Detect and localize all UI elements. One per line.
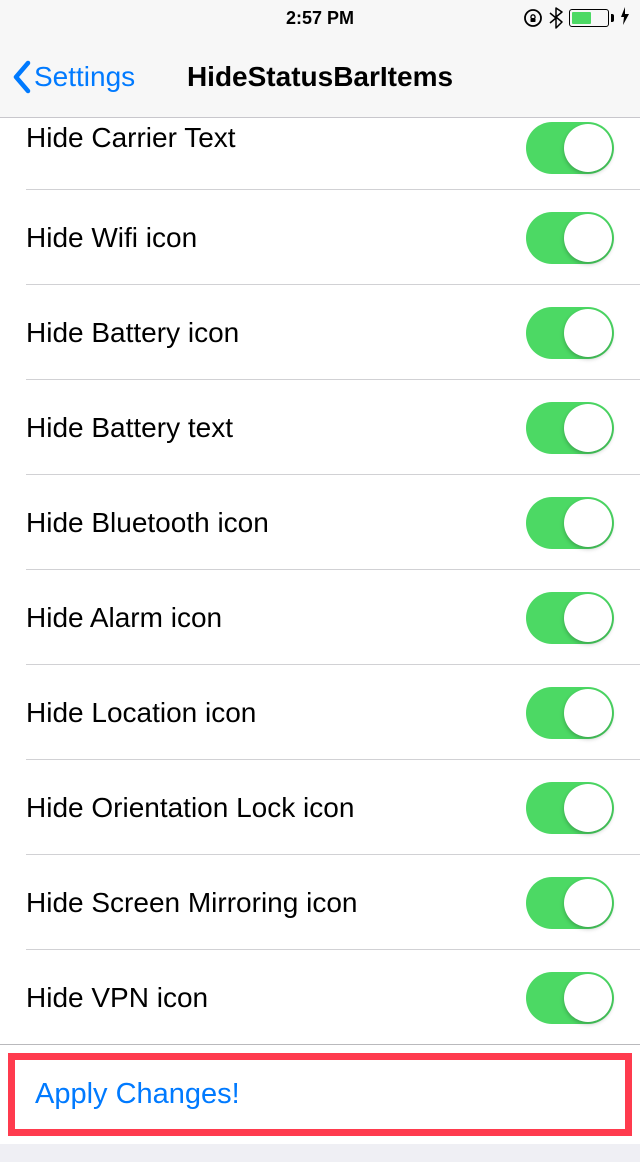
- setting-label: Hide Bluetooth icon: [26, 507, 269, 539]
- apply-highlight: Apply Changes!: [8, 1053, 632, 1136]
- toggle-bluetooth[interactable]: [526, 497, 614, 549]
- toggle-location[interactable]: [526, 687, 614, 739]
- toggle-battery-text[interactable]: [526, 402, 614, 454]
- setting-label: Hide Location icon: [26, 697, 256, 729]
- toggle-screen-mirroring[interactable]: [526, 877, 614, 929]
- toggle-vpn[interactable]: [526, 972, 614, 1024]
- setting-row-alarm: Hide Alarm icon: [0, 570, 640, 665]
- setting-row-screen-mirroring: Hide Screen Mirroring icon: [0, 855, 640, 950]
- toggle-wifi[interactable]: [526, 212, 614, 264]
- setting-row-orientation-lock: Hide Orientation Lock icon: [0, 760, 640, 855]
- page-title: HideStatusBarItems: [187, 61, 453, 93]
- status-time: 2:57 PM: [286, 8, 354, 29]
- navigation-bar: Settings HideStatusBarItems: [0, 36, 640, 118]
- toggle-carrier-text[interactable]: [526, 122, 614, 174]
- setting-row-battery-text: Hide Battery text: [0, 380, 640, 475]
- back-button[interactable]: Settings: [10, 59, 135, 95]
- setting-label: Hide Orientation Lock icon: [26, 792, 354, 824]
- charging-icon: [620, 7, 630, 30]
- setting-label: Hide Battery text: [26, 412, 233, 444]
- status-right: [523, 7, 630, 30]
- setting-label: Hide VPN icon: [26, 982, 208, 1014]
- toggle-alarm[interactable]: [526, 592, 614, 644]
- settings-list: Hide Carrier Text Hide Wifi icon Hide Ba…: [0, 118, 640, 1045]
- apply-container: Apply Changes!: [0, 1045, 640, 1144]
- setting-row-carrier-text: Hide Carrier Text: [0, 118, 640, 190]
- setting-label: Hide Wifi icon: [26, 222, 197, 254]
- setting-row-bluetooth: Hide Bluetooth icon: [0, 475, 640, 570]
- setting-label: Hide Carrier Text: [26, 122, 236, 154]
- setting-label: Hide Screen Mirroring icon: [26, 887, 357, 919]
- status-bar: 2:57 PM: [0, 0, 640, 36]
- setting-label: Hide Alarm icon: [26, 602, 222, 634]
- setting-row-battery-icon: Hide Battery icon: [0, 285, 640, 380]
- setting-row-wifi: Hide Wifi icon: [0, 190, 640, 285]
- toggle-orientation-lock[interactable]: [526, 782, 614, 834]
- apply-changes-button[interactable]: Apply Changes!: [15, 1060, 625, 1129]
- battery-icon: [569, 9, 614, 27]
- setting-label: Hide Battery icon: [26, 317, 239, 349]
- back-label: Settings: [34, 61, 135, 93]
- setting-row-vpn: Hide VPN icon: [0, 950, 640, 1045]
- apply-label: Apply Changes!: [35, 1078, 240, 1110]
- bottom-gap: [0, 1144, 640, 1162]
- orientation-lock-icon: [523, 8, 543, 28]
- toggle-battery-icon[interactable]: [526, 307, 614, 359]
- setting-row-location: Hide Location icon: [0, 665, 640, 760]
- chevron-left-icon: [10, 59, 32, 95]
- bluetooth-icon: [549, 7, 563, 29]
